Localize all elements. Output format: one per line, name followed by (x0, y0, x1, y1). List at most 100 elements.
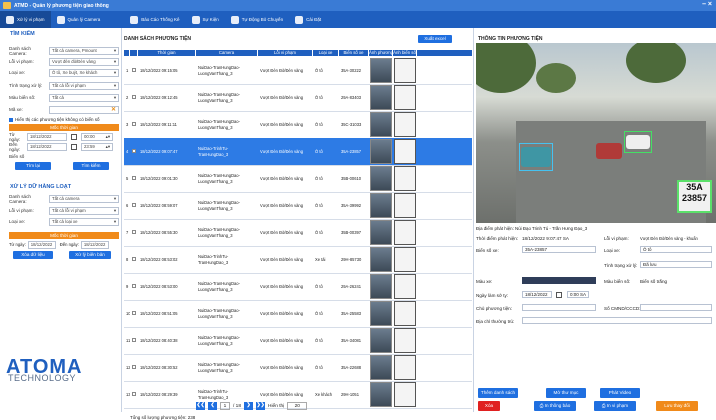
row-checkbox[interactable] (130, 67, 138, 74)
row-checkbox[interactable] (130, 364, 138, 371)
table-row[interactable]: 10 18/12/2022 08:51:05 NuiDao-TranHungDao-… (124, 300, 472, 328)
table-row[interactable]: 8 18/12/2022 08:53:02 NuiDao-TrinhTu-TranH… (124, 246, 472, 274)
plate-image[interactable] (394, 166, 416, 191)
plate-image[interactable] (394, 220, 416, 245)
page-size-select[interactable]: 20 (287, 402, 308, 410)
camera-filter[interactable]: Danh sách Camera: Tất cả camera, Pmount ▾ (9, 46, 119, 56)
detail-time-input[interactable]: 0:00 SA (567, 291, 589, 298)
plate-image[interactable] (394, 139, 416, 164)
row-checkbox[interactable] (130, 310, 138, 317)
plate-image[interactable] (394, 274, 416, 299)
detail-color-swatch[interactable] (522, 277, 596, 284)
checkbox-icon[interactable] (132, 283, 136, 288)
calendar-icon[interactable] (556, 292, 562, 298)
print-violation-button[interactable]: ⎙ In vi phạm (594, 401, 636, 411)
table-row[interactable]: 9 18/12/2022 08:53:00 NuiDao-TranHungDao-L… (124, 273, 472, 301)
checkbox-icon[interactable] (132, 337, 136, 342)
no-plate-checkbox[interactable]: Hiển thị các phương tiện không có biển s… (9, 115, 119, 124)
detail-status-select[interactable]: Đã lưu (640, 261, 712, 268)
delete-button[interactable]: Xóa (478, 401, 500, 411)
batch-approve-button[interactable]: Xử lý biên bản (69, 251, 111, 259)
play-video-button[interactable]: Phát Video (600, 388, 640, 398)
batch-date-row[interactable]: Từ ngày: 18/12/2022 Đến ngày: 18/12/2022 (9, 240, 119, 249)
vehicle-image[interactable] (370, 301, 392, 326)
checkbox-icon[interactable] (132, 202, 136, 207)
open-folder-button[interactable]: Mở thư mục (546, 388, 586, 398)
table-row[interactable]: 6 18/12/2022 08:59:07 NuiDao-TranHungDao-L… (124, 192, 472, 220)
plate-image[interactable] (394, 328, 416, 353)
error-filter[interactable]: Lỗi vi phạm: Vượt đèn đỏ/Đèn vàng ▾ (9, 57, 119, 66)
from-date-row[interactable]: Từ ngày: 18/12/2022 00:00 ▴▾ (9, 132, 119, 142)
vehicle-image[interactable] (370, 382, 392, 407)
row-checkbox[interactable] (130, 256, 138, 263)
row-checkbox[interactable] (130, 391, 138, 398)
plate-image[interactable] (394, 58, 416, 83)
row-checkbox[interactable] (130, 337, 138, 344)
vehicle-image[interactable] (370, 193, 392, 218)
menu-cameras[interactable]: Quản lý Camera (51, 11, 107, 28)
plate-image[interactable] (394, 247, 416, 272)
row-checkbox[interactable] (130, 283, 138, 290)
table-row[interactable]: 11 18/12/2022 08:40:38 NuiDao-TranHungDao-… (124, 327, 472, 355)
row-checkbox[interactable] (130, 121, 138, 128)
table-row[interactable]: 3 18/12/2022 09:11:11 NuiDao-TranHungDao-L… (124, 111, 472, 139)
plate-image[interactable] (394, 85, 416, 110)
plate-image[interactable] (394, 301, 416, 326)
code-filter[interactable]: Mã xe: ✕ (9, 105, 119, 114)
batch-delete-button[interactable]: Xóa dữ liệu (13, 251, 53, 259)
checkbox-icon[interactable] (9, 117, 13, 122)
menu-reports[interactable]: Báo Cáo Thống Kê (124, 11, 185, 28)
menu-events[interactable]: Sự Kiện (186, 11, 225, 28)
last-page-button[interactable]: ❯❯ (256, 402, 266, 410)
export-excel-button[interactable]: Xuất excel (418, 35, 452, 43)
search-button[interactable]: Tìm kiếm (73, 162, 109, 170)
row-checkbox[interactable] (130, 202, 138, 209)
checkbox-icon[interactable] (132, 148, 136, 153)
checkbox-icon[interactable] (132, 94, 136, 99)
plate-color-filter[interactable]: Màu biển số: Tất cả ▾ (9, 93, 119, 102)
menu-auto[interactable]: Tự Động Bỏ Chuyến (225, 11, 289, 28)
table-row[interactable]: 5 18/12/2022 09:01:30 NuiDao-TranHungDao-L… (124, 165, 472, 193)
reset-button[interactable]: Tìm lại (15, 162, 51, 170)
detail-plate-input[interactable]: 35A-23857 (522, 246, 596, 253)
checkbox-icon[interactable] (132, 121, 136, 126)
detail-date-input[interactable]: 18/12/2022 (522, 291, 552, 298)
prev-page-button[interactable]: ❮ (208, 402, 217, 410)
checkbox-icon[interactable] (132, 67, 136, 72)
detail-id-input[interactable] (640, 304, 712, 311)
vehicle-image[interactable] (370, 139, 392, 164)
vehicle-image[interactable] (370, 355, 392, 380)
type-filter[interactable]: Loại xe: Ô tô, Xe buýt, Xe khách ▾ (9, 68, 119, 77)
plate-image[interactable] (394, 382, 416, 407)
row-checkbox[interactable] (130, 175, 138, 182)
table-row[interactable]: 1 18/12/2022 09:15:05 NuiDao-TranHungDao-L… (124, 57, 472, 85)
vehicle-image[interactable] (370, 247, 392, 272)
table-row[interactable]: 4 18/12/2022 09:07:47 NuiDao-TrinhTu-TranH… (124, 138, 472, 166)
menu-settings[interactable]: Cài Đặt (289, 11, 327, 28)
vehicle-image[interactable] (370, 166, 392, 191)
vehicle-image[interactable] (370, 58, 392, 83)
status-filter[interactable]: Tình trạng xử lý: Tất cả lỗi vi phạm ▾ (9, 81, 119, 90)
menu-violations[interactable]: Xử lý vi phạm (0, 11, 51, 28)
batch-error-filter[interactable]: Lỗi vi phạm: Tất cả lỗi vi phạm ▾ (9, 206, 119, 215)
save-changes-button[interactable]: Lưu thay đổi (656, 401, 698, 411)
checkbox-icon[interactable] (132, 391, 136, 396)
next-page-button[interactable]: ❯ (244, 402, 254, 410)
vehicle-image[interactable] (370, 85, 392, 110)
detail-owner-input[interactable] (522, 304, 596, 311)
row-checkbox[interactable] (130, 148, 138, 155)
print-notice-button[interactable]: ⎙ In thông báo (534, 401, 576, 411)
plate-image[interactable] (394, 355, 416, 380)
row-checkbox[interactable] (130, 94, 138, 101)
table-row[interactable]: 2 18/12/2022 09:12:45 NuiDao-TranHungDao-L… (124, 84, 472, 112)
detail-addr-input[interactable] (522, 317, 712, 324)
checkbox-icon[interactable] (132, 364, 136, 369)
checkbox-icon[interactable] (132, 310, 136, 315)
vehicle-image[interactable] (370, 328, 392, 353)
batch-type-filter[interactable]: Loại xe: Tất cả loại xe ▾ (9, 217, 119, 226)
row-checkbox[interactable] (130, 229, 138, 236)
add-blacklist-button[interactable]: Thêm danh sách đen (478, 388, 518, 405)
table-row[interactable]: 7 18/12/2022 08:55:30 NuiDao-TranHungDao-L… (124, 219, 472, 247)
checkbox-icon[interactable] (132, 175, 136, 180)
first-page-button[interactable]: ❮❮ (196, 402, 205, 410)
